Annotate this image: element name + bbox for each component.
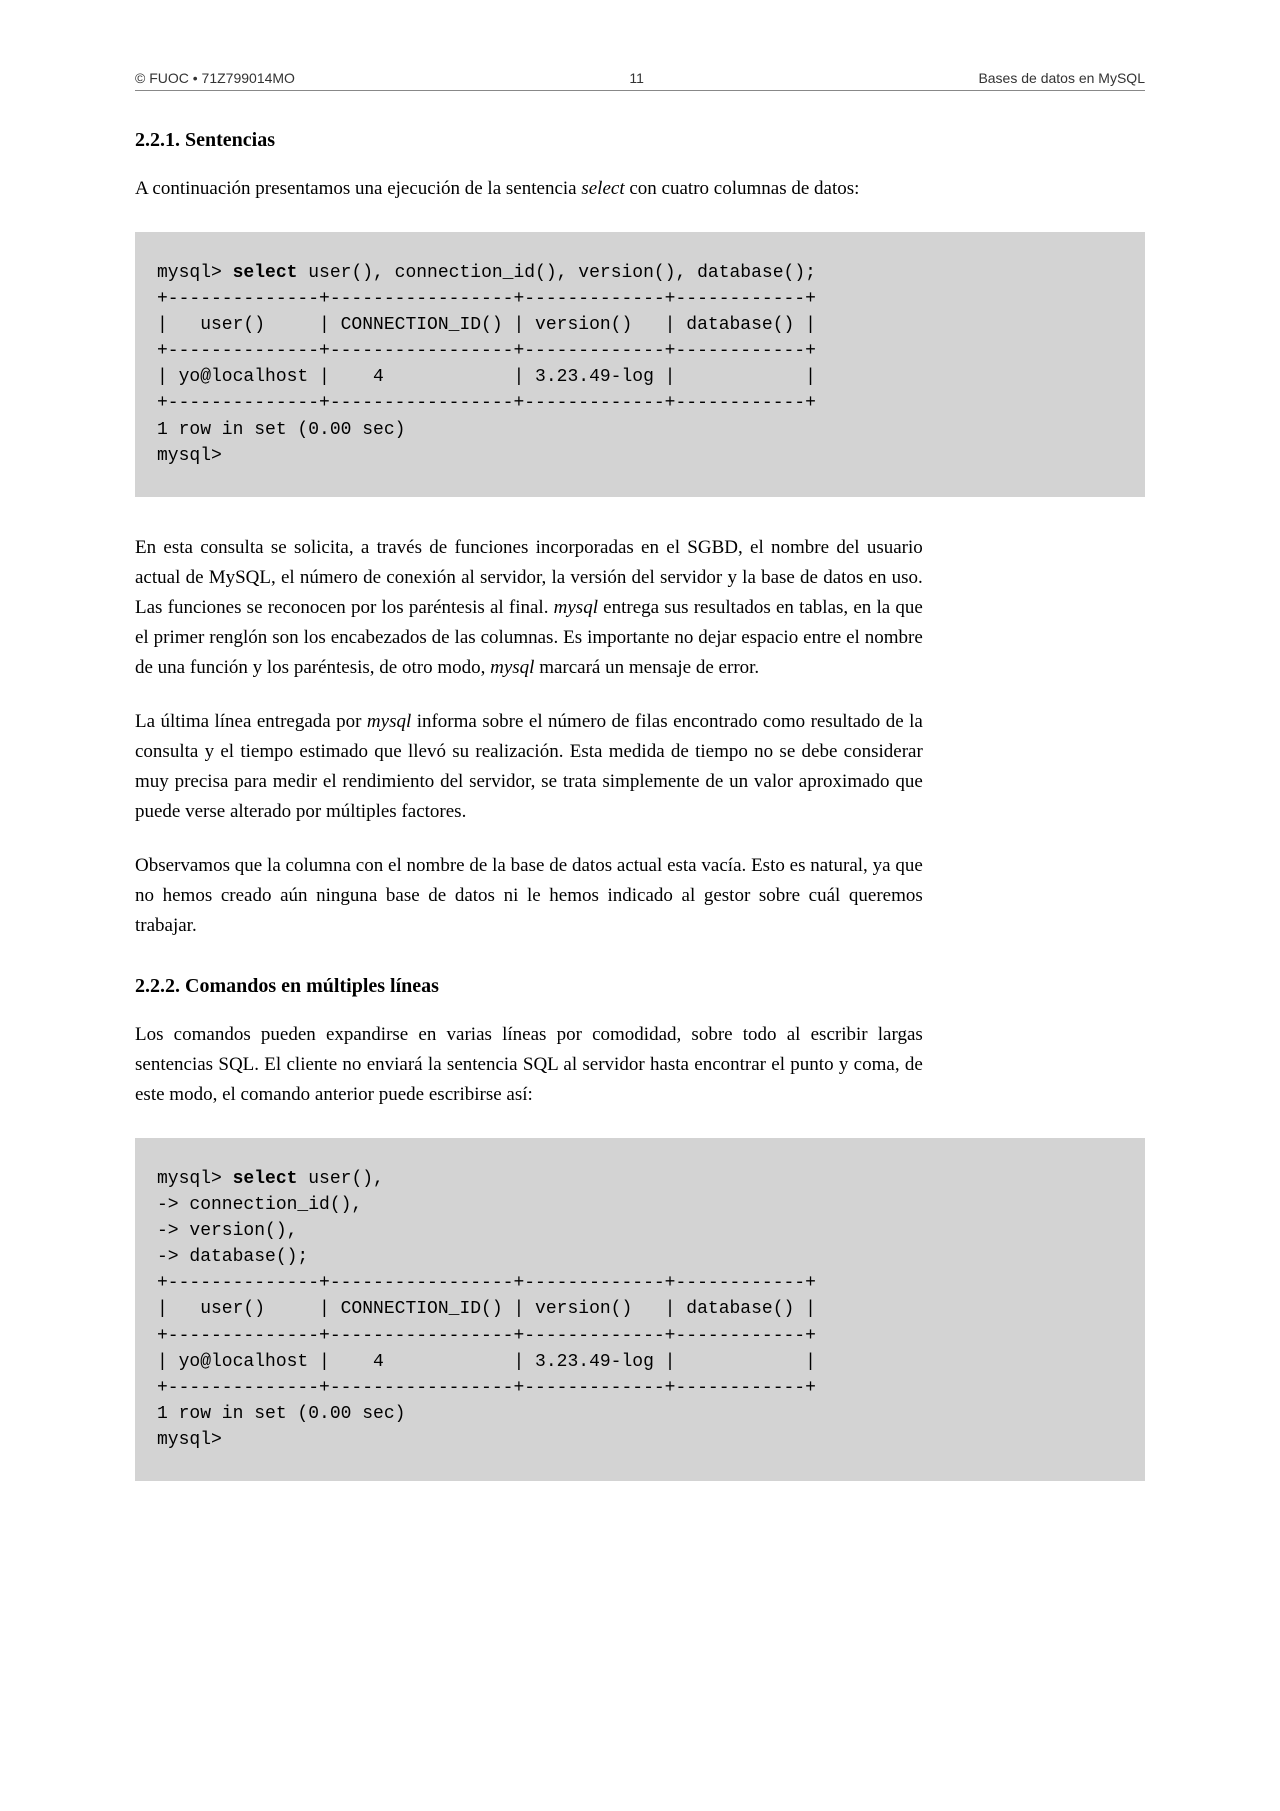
body-paragraph-3: Observamos que la columna con el nombre …: [135, 851, 923, 941]
page-header: © FUOC • 71Z799014MO 11 Bases de datos e…: [135, 70, 1145, 91]
section-heading-1: 2.2.1. Sentencias: [135, 129, 1145, 152]
header-left: © FUOC • 71Z799014MO: [135, 70, 295, 86]
section-title: Comandos en múltiples líneas: [185, 975, 439, 997]
page-number: 11: [629, 70, 644, 86]
intro-paragraph-2: Los comandos pueden expandirse en varias…: [135, 1020, 923, 1110]
section-number: 2.2.2.: [135, 975, 180, 997]
body-paragraph-1: En esta consulta se solicita, a través d…: [135, 533, 923, 683]
section-heading-2: 2.2.2. Comandos en múltiples líneas: [135, 975, 1145, 998]
header-right: Bases de datos en MySQL: [978, 70, 1145, 86]
section-title: Sentencias: [185, 129, 275, 151]
body-paragraph-2: La última línea entregada por mysql info…: [135, 707, 923, 827]
intro-paragraph-1: A continuación presentamos una ejecución…: [135, 174, 923, 204]
section-number: 2.2.1.: [135, 129, 180, 151]
code-block-1: mysql> select user(), connection_id(), v…: [135, 232, 1145, 497]
code-block-2: mysql> select user(), -> connection_id()…: [135, 1138, 1145, 1481]
